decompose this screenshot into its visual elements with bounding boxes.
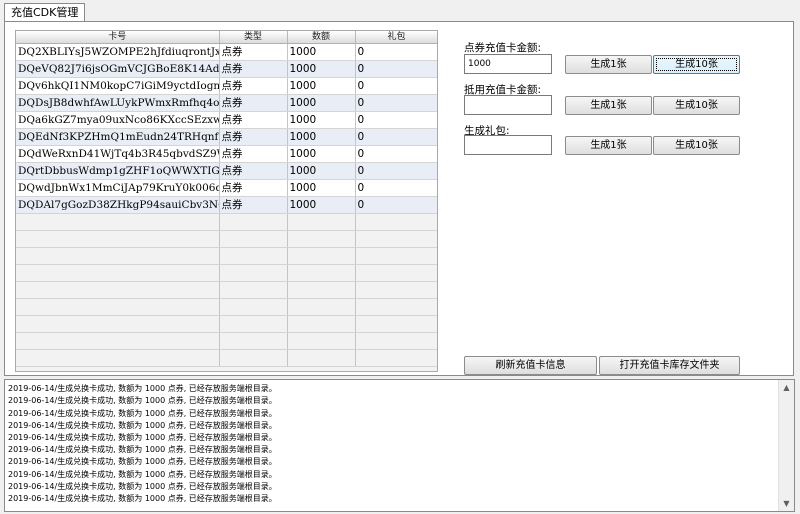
cell-type: 点券	[219, 111, 288, 129]
log-line: 2019-06-14/生成兑换卡成功, 数额为 1000 点券, 已经存放服务端…	[8, 493, 277, 503]
cell-type: 点券	[219, 94, 288, 112]
table-row[interactable]: DQa6kGZ7mya09uxNco86KXccSEzxw0YD点券10000	[16, 111, 437, 129]
cell-gift: 0	[355, 43, 437, 61]
table-row[interactable]: DQdWeRxnD41WjTq4b3R45qbvdSZ9W59r点券10000	[16, 145, 437, 163]
log-scrollbar[interactable]: ▲ ▼	[778, 380, 794, 511]
tab-strip: 充值CDK管理	[0, 0, 800, 22]
column-header-amount[interactable]: 数额	[287, 31, 356, 44]
log-output[interactable]: 2019-06-14/生成兑换卡成功, 数额为 1000 点券, 已经存放服务端…	[4, 379, 795, 512]
voucher-generate-10-button[interactable]: 生成10张	[653, 96, 740, 115]
cell-amount: 1000	[287, 60, 356, 78]
table-row[interactable]: DQDsJB8dwhfAwLUykPWmxRmfhq4ocyWS点券10000	[16, 94, 437, 112]
cell-card: DQ2XBLIYsJ5WZOMPE2hJfdiuqrontJxc	[16, 43, 220, 61]
table-header-row: 卡号 类型 数额 礼包	[16, 31, 437, 44]
cell-card: DQDsJB8dwhfAwLUykPWmxRmfhq4ocyWS	[16, 94, 220, 112]
gift-generate-10-button[interactable]: 生成10张	[653, 136, 740, 155]
column-header-gift[interactable]: 礼包	[355, 31, 437, 44]
gift-pack-input[interactable]	[464, 135, 552, 155]
tab-cdk-management[interactable]: 充值CDK管理	[4, 3, 86, 22]
cell-card: DQwdJbnWx1MmCiJAp79KruY0k006dzp9	[16, 179, 220, 197]
table-row[interactable]: DQDAl7gGozD38ZHkgP94sauiCbv3NG6z 点券 1000 0	[16, 196, 437, 214]
cell-card: DQv6hkQI1NM0kopC7iGiM9yctdIognZ6	[16, 77, 220, 95]
coupon-amount-input[interactable]	[464, 54, 552, 74]
cell-card: DQdWeRxnD41WjTq4b3R45qbvdSZ9W59r	[16, 145, 220, 163]
log-line: 2019-06-14/生成兑换卡成功, 数额为 1000 点券, 已经存放服务端…	[8, 457, 277, 467]
log-line: 2019-06-14/生成兑换卡成功, 数额为 1000 点券, 已经存放服务端…	[8, 432, 277, 442]
log-line: 2019-06-14/生成兑换卡成功, 数额为 1000 点券, 已经存放服务端…	[8, 445, 277, 455]
cell-type: 点券	[219, 196, 288, 214]
table-row[interactable]: DQv6hkQI1NM0kopC7iGiM9yctdIognZ6 点券 1000 0	[16, 77, 437, 95]
scroll-down-icon[interactable]: ▼	[779, 496, 794, 511]
cell-gift: 0	[355, 128, 437, 146]
cell-amount: 1000	[287, 196, 356, 214]
cell-type: 点券	[219, 43, 288, 61]
log-line: 2019-06-14/生成兑换卡成功, 数额为 1000 点券, 已经存放服务端…	[8, 420, 277, 430]
cell-type: 点券	[219, 162, 288, 180]
cell-card: DQEdNf3KPZHmQ1mEudn24TRHqnf6GHKD	[16, 128, 220, 146]
table-row[interactable]: DQEdNf3KPZHmQ1mEudn24TRHqnf6GHKD点券10000	[16, 128, 437, 146]
cell-amount: 1000	[287, 94, 356, 112]
cell-gift: 0	[355, 77, 437, 95]
cdk-table: 卡号 类型 数额 礼包 DQ2XBLIYsJ5WZOMPE2hJfdiuqron…	[16, 31, 437, 367]
open-card-folder-button[interactable]: 打开充值卡库存文件夹	[599, 356, 740, 375]
log-lines: 2019-06-14/生成兑换卡成功, 数额为 1000 点券, 已经存放服务端…	[8, 380, 778, 505]
cell-type: 点券	[219, 145, 288, 163]
log-line: 2019-06-14/生成兑换卡成功, 数额为 1000 点券, 已经存放服务端…	[8, 481, 277, 491]
cell-card: DQrtDbbusWdmp1gZHF1oQWWXTIGN7dg2	[16, 162, 220, 180]
voucher-generate-1-button[interactable]: 生成1张	[565, 96, 652, 115]
cell-gift: 0	[355, 179, 437, 197]
cell-amount: 1000	[287, 162, 356, 180]
cell-gift: 0	[355, 162, 437, 180]
table-row[interactable]: DQ2XBLIYsJ5WZOMPE2hJfdiuqrontJxc 点券 1000 0	[16, 43, 437, 61]
cell-gift: 0	[355, 60, 437, 78]
column-header-card[interactable]: 卡号	[16, 31, 220, 44]
cell-gift: 0	[355, 145, 437, 163]
cell-amount: 1000	[287, 179, 356, 197]
column-header-type[interactable]: 类型	[219, 31, 288, 44]
cell-amount: 1000	[287, 77, 356, 95]
cell-amount: 1000	[287, 128, 356, 146]
cell-type: 点券	[219, 179, 288, 197]
voucher-amount-input[interactable]	[464, 95, 552, 115]
cell-amount: 1000	[287, 43, 356, 61]
cell-amount: 1000	[287, 111, 356, 129]
cell-type: 点券	[219, 128, 288, 146]
coupon-generate-1-button[interactable]: 生成1张	[565, 55, 652, 74]
cell-card: DQDAl7gGozD38ZHkgP94sauiCbv3NG6z	[16, 196, 220, 214]
log-line: 2019-06-14/生成兑换卡成功, 数额为 1000 点券, 已经存放服务端…	[8, 469, 277, 479]
cell-gift: 0	[355, 196, 437, 214]
cell-gift: 0	[355, 111, 437, 129]
cell-card: DQa6kGZ7mya09uxNco86KXccSEzxw0YD	[16, 111, 220, 129]
cdk-grid[interactable]: 卡号 类型 数额 礼包 DQ2XBLIYsJ5WZOMPE2hJfdiuqron…	[15, 30, 438, 372]
cell-card: DQeVQ82J7i6jsOGmVCJGBoE8K14AdQ1f	[16, 60, 220, 78]
main-panel: 卡号 类型 数额 礼包 DQ2XBLIYsJ5WZOMPE2hJfdiuqron…	[4, 21, 794, 376]
coupon-generate-10-button[interactable]: 生成10张	[653, 55, 740, 74]
table-row[interactable]: DQwdJbnWx1MmCiJAp79KruY0k006dzp9 点券 1000 0	[16, 179, 437, 197]
coupon-amount-label: 点券充值卡金额:	[464, 42, 542, 54]
cell-amount: 1000	[287, 145, 356, 163]
scroll-up-icon[interactable]: ▲	[779, 380, 794, 395]
refresh-cards-button[interactable]: 刷新充值卡信息	[464, 356, 597, 375]
table-row[interactable]: DQeVQ82J7i6jsOGmVCJGBoE8K14AdQ1f 点券 1000 0	[16, 60, 437, 78]
log-line: 2019-06-14/生成兑换卡成功, 数额为 1000 点券, 已经存放服务端…	[8, 384, 277, 394]
log-line: 2019-06-14/生成兑换卡成功, 数额为 1000 点券, 已经存放服务端…	[8, 396, 277, 406]
cell-type: 点券	[219, 60, 288, 78]
cell-gift: 0	[355, 94, 437, 112]
cell-type: 点券	[219, 77, 288, 95]
table-row[interactable]: DQrtDbbusWdmp1gZHF1oQWWXTIGN7dg2点券10000	[16, 162, 437, 180]
gift-generate-1-button[interactable]: 生成1张	[565, 136, 652, 155]
log-line: 2019-06-14/生成兑换卡成功, 数额为 1000 点券, 已经存放服务端…	[8, 408, 277, 418]
